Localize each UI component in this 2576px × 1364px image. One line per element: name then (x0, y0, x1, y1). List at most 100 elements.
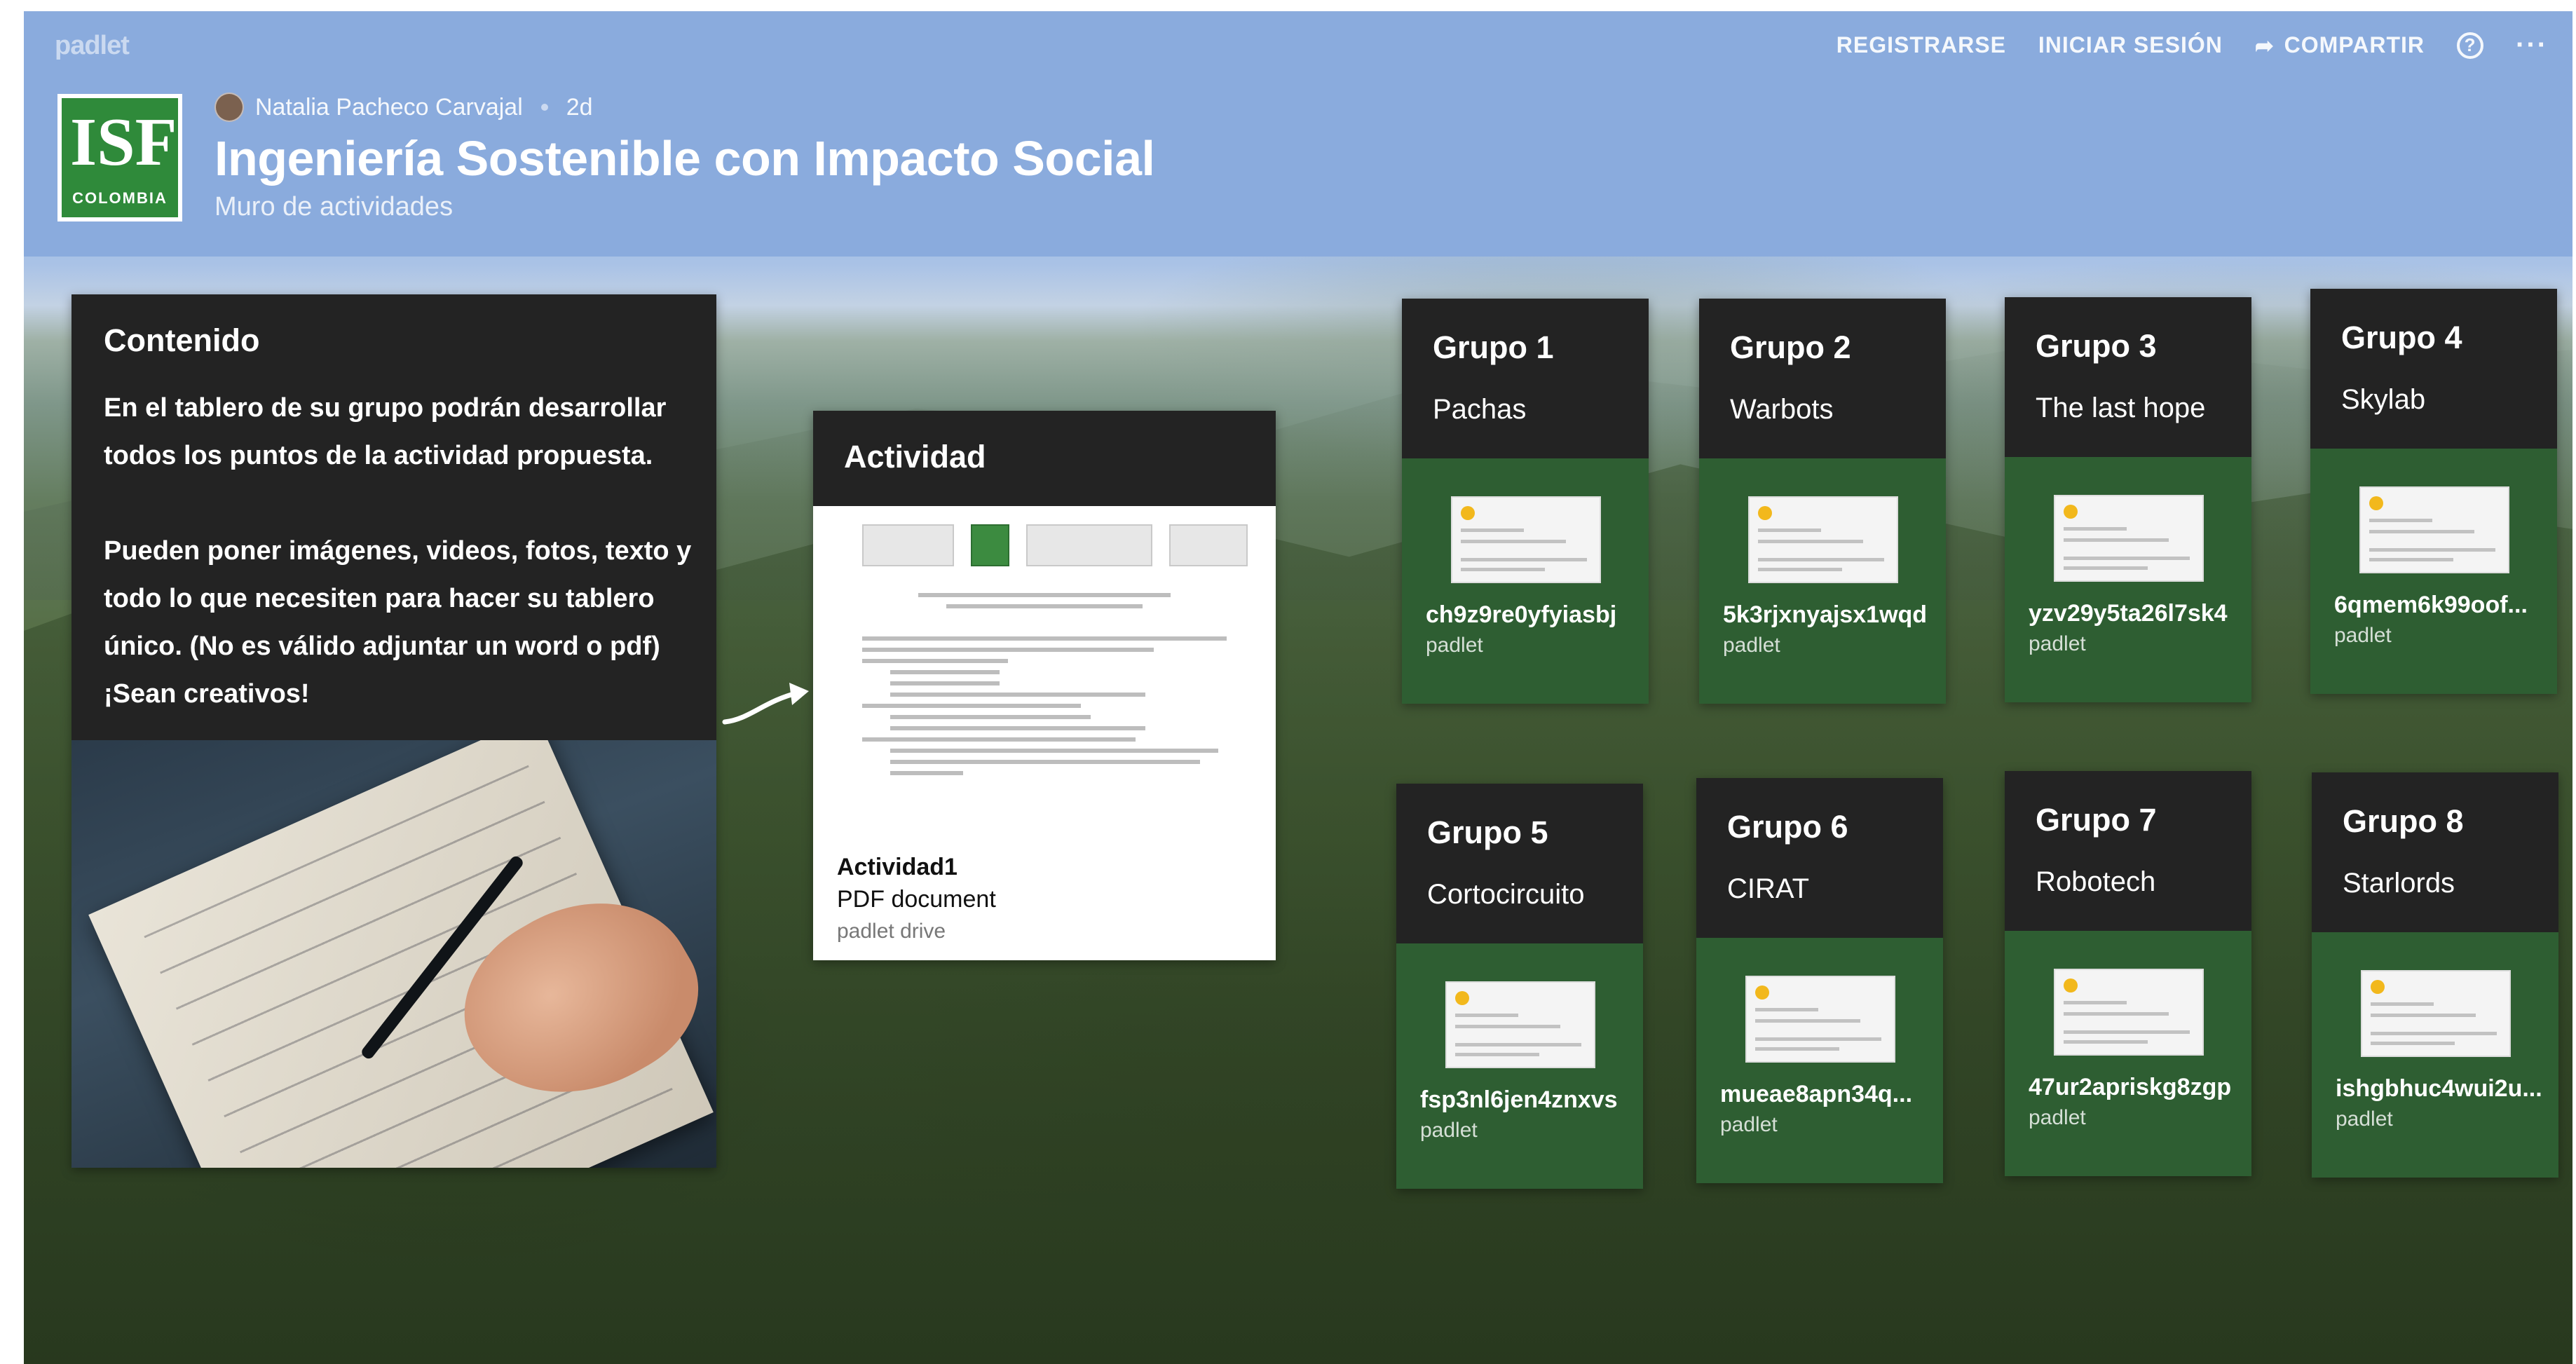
group-link-title: 47ur2apriskg8zgp (2029, 1074, 2232, 1100)
actividad-card[interactable]: Actividad Actividad1 PDF document padlet… (813, 411, 1276, 960)
group-link-source: padlet (2334, 624, 2392, 647)
group-title: Grupo 8 (2343, 803, 2464, 839)
group-title: Grupo 1 (1433, 329, 1554, 365)
attachment-info: Actividad1 PDF document padlet drive (837, 851, 996, 948)
group-title: Grupo 4 (2341, 320, 2462, 355)
group-card-8[interactable]: Grupo 8 Starlords ishgbhuc4wui2u... padl… (2312, 772, 2558, 1178)
group-link-preview[interactable]: ishgbhuc4wui2u... padlet (2312, 932, 2558, 1178)
attachment-name: Actividad1 (837, 854, 958, 880)
connector-arrow (722, 683, 809, 725)
share-label: COMPARTIR (2284, 32, 2425, 57)
group-link-preview[interactable]: 6qmem6k99oof... padlet (2310, 449, 2557, 694)
university-logo (862, 524, 955, 566)
group-link-preview[interactable]: 5k3rjxnyajsx1wqd padlet (1699, 458, 1946, 704)
attachment-type: PDF document (837, 886, 996, 913)
login-button[interactable]: INICIAR SESIÓN (2038, 32, 2223, 58)
page-subtitle: Muro de actividades (214, 192, 454, 221)
padlet-logo[interactable]: padlet (55, 31, 130, 61)
group-card-header: Grupo 3 The last hope (2005, 297, 2251, 457)
group-link-preview[interactable]: yzv29y5ta26l7sk4 padlet (2005, 457, 2251, 702)
padlet-thumbnail (1451, 496, 1601, 583)
group-card-header: Grupo 6 CIRAT (1696, 778, 1943, 938)
pdf-body-lines (862, 636, 1227, 775)
group-card-7[interactable]: Grupo 7 Robotech 47ur2apriskg8zgp padlet (2005, 771, 2251, 1176)
group-link-source: padlet (1723, 634, 1780, 657)
group-card-1[interactable]: Grupo 1 Pachas ch9z9re0yfyiasbj padlet (1402, 299, 1649, 704)
actividad-header: Actividad (813, 411, 1276, 506)
group-link-title: ishgbhuc4wui2u... (2336, 1075, 2542, 1102)
contenido-paragraph-1: En el tablero de su grupo podrán desarro… (104, 393, 667, 470)
padlet-thumbnail (1748, 496, 1898, 583)
group-title: Grupo 6 (1727, 809, 1848, 845)
group-link-source: padlet (2029, 1106, 2086, 1129)
uniminuto-logo (1026, 524, 1153, 566)
board-logo: ISF COLOMBIA (57, 94, 182, 221)
group-link-title: 5k3rjxnyajsx1wqd (1723, 601, 1928, 628)
group-link-preview[interactable]: mueae8apn34q... padlet (1696, 938, 1943, 1183)
group-card-header: Grupo 4 Skylab (2310, 289, 2557, 449)
group-link-source: padlet (2336, 1107, 2393, 1131)
register-button[interactable]: REGISTRARSE (1836, 32, 2006, 58)
more-options-icon[interactable]: ··· (2516, 29, 2548, 61)
contenido-title: Contenido (104, 322, 260, 358)
group-name: The last hope (2036, 393, 2206, 423)
pcis-logo (1169, 524, 1248, 566)
group-card-5[interactable]: Grupo 5 Cortocircuito fsp3nl6jen4znxvs p… (1396, 784, 1643, 1189)
contenido-body: En el tablero de su grupo podrán desarro… (104, 384, 693, 765)
padlet-thumbnail (2361, 970, 2511, 1057)
group-link-title: yzv29y5ta26l7sk4 (2029, 600, 2228, 627)
group-link-title: 6qmem6k99oof... (2334, 592, 2528, 618)
group-link-title: fsp3nl6jen4znxvs (1420, 1086, 1618, 1113)
author-row: Natalia Pacheco Carvajal 2d (214, 93, 593, 122)
contenido-card[interactable]: Contenido En el tablero de su grupo podr… (71, 294, 716, 1168)
board-logo-graphic: ISF COLOMBIA (62, 98, 178, 217)
group-card-4[interactable]: Grupo 4 Skylab 6qmem6k99oof... padlet (2310, 289, 2557, 694)
group-link-preview[interactable]: 47ur2apriskg8zgp padlet (2005, 931, 2251, 1176)
padlet-thumbnail (1445, 981, 1595, 1068)
group-card-header: Grupo 7 Robotech (2005, 771, 2251, 931)
help-icon[interactable]: ? (2457, 32, 2484, 59)
group-link-title: ch9z9re0yfyiasbj (1426, 601, 1617, 628)
share-button[interactable]: ➦ COMPARTIR (2255, 32, 2425, 59)
group-name: Pachas (1433, 394, 1527, 425)
pdf-logos (862, 524, 1248, 566)
author-name: Natalia Pacheco Carvajal (255, 93, 523, 121)
group-link-source: padlet (1426, 634, 1483, 657)
group-link-preview[interactable]: ch9z9re0yfyiasbj padlet (1402, 458, 1649, 704)
group-card-3[interactable]: Grupo 3 The last hope yzv29y5ta26l7sk4 p… (2005, 297, 2251, 702)
contenido-paragraph-2: Pueden poner imágenes, videos, fotos, te… (104, 536, 692, 709)
group-link-source: padlet (1420, 1119, 1478, 1142)
group-link-source: padlet (2029, 632, 2086, 655)
group-name: Warbots (1730, 394, 1834, 425)
attachment-source: padlet drive (837, 920, 946, 943)
page-title: Ingeniería Sostenible con Impacto Social (214, 131, 1155, 186)
notebook-photo[interactable] (71, 740, 716, 1168)
pdf-preview[interactable] (841, 514, 1248, 879)
group-title: Grupo 7 (2036, 802, 2157, 838)
actividad-title: Actividad (844, 439, 986, 475)
board-logo-mark: ISF (70, 104, 177, 180)
padlet-thumbnail (2054, 495, 2204, 582)
padlet-thumbnail (2054, 969, 2204, 1056)
group-link-preview[interactable]: fsp3nl6jen4znxvs padlet (1396, 943, 1643, 1189)
group-name: Cortocircuito (1427, 879, 1585, 910)
group-name: Robotech (2036, 866, 2156, 897)
padlet-thumbnail (1745, 976, 1895, 1063)
group-name: Starlords (2343, 868, 2455, 899)
separator-dot (540, 104, 548, 111)
avatar[interactable] (214, 93, 244, 122)
group-title: Grupo 5 (1427, 814, 1548, 850)
share-icon: ➦ (2254, 32, 2275, 58)
group-card-header: Grupo 1 Pachas (1402, 299, 1649, 458)
group-name: CIRAT (1727, 873, 1810, 904)
group-card-header: Grupo 8 Starlords (2312, 772, 2558, 932)
board-logo-text: COLOMBIA (72, 189, 168, 207)
group-title: Grupo 3 (2036, 328, 2157, 364)
group-name: Skylab (2341, 384, 2426, 415)
group-link-source: padlet (1720, 1113, 1778, 1136)
padlet-thumbnail (2359, 486, 2509, 573)
group-card-2[interactable]: Grupo 2 Warbots 5k3rjxnyajsx1wqd padlet (1699, 299, 1946, 704)
top-actions: REGISTRARSE INICIAR SESIÓN ➦ COMPARTIR ?… (1836, 29, 2548, 61)
group-card-header: Grupo 2 Warbots (1699, 299, 1946, 458)
group-card-6[interactable]: Grupo 6 CIRAT mueae8apn34q... padlet (1696, 778, 1943, 1183)
